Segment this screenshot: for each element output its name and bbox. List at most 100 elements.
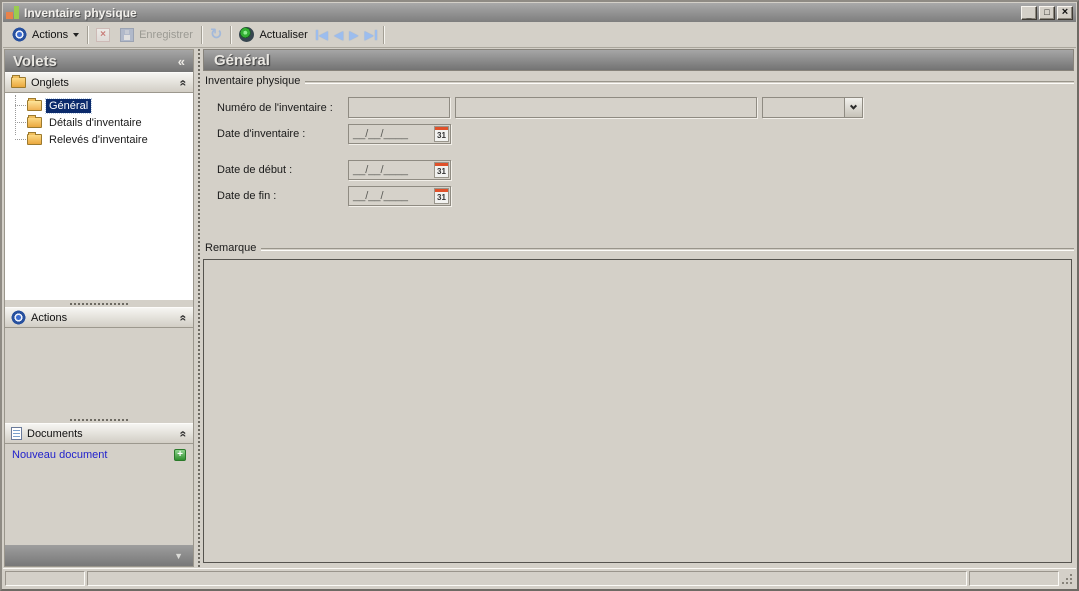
- sync-icon: ↻: [209, 26, 223, 43]
- horizontal-splitter[interactable]: [5, 416, 193, 423]
- tree-item-releves-inventaire[interactable]: Relevés d'inventaire: [15, 131, 193, 148]
- splitter-grip: [70, 302, 128, 305]
- refresh-icon: [239, 27, 255, 42]
- last-record-button[interactable]: ▶: [361, 27, 379, 43]
- window-controls: _ □ ×: [1021, 5, 1073, 20]
- section-label-documents: Documents: [27, 427, 83, 440]
- previous-record-button[interactable]: ◀: [331, 27, 346, 43]
- remarque-groupbox-legend: Remarque: [203, 241, 1074, 254]
- section-header-documents[interactable]: Documents «: [5, 423, 193, 444]
- toolbar-separator: [200, 25, 202, 44]
- titlebar: Inventaire physique _ □ ×: [3, 3, 1076, 22]
- actions-button[interactable]: Actions: [7, 24, 84, 46]
- status-bar: [3, 568, 1076, 588]
- splitter-grip: [197, 49, 200, 567]
- section-label-actions: Actions: [31, 311, 68, 324]
- first-record-button[interactable]: ◀: [313, 27, 331, 43]
- application-window: Inventaire physique _ □ × Actions × Enre…: [0, 0, 1079, 591]
- save-button[interactable]: Enregistrer: [115, 24, 198, 46]
- save-button-label: Enregistrer: [139, 28, 193, 41]
- document-icon: [11, 427, 22, 440]
- calendar-button[interactable]: 31: [434, 161, 449, 178]
- toolbar-separator: [87, 25, 89, 44]
- close-button[interactable]: ×: [1057, 5, 1073, 20]
- toolbar: Actions × Enregistrer ↻ Actualiser ◀ ◀ ▶: [3, 22, 1076, 48]
- remarque-textarea[interactable]: [203, 259, 1072, 563]
- minimize-button[interactable]: _: [1021, 5, 1037, 20]
- actions-section-body: [5, 328, 193, 416]
- tree-item-details-inventaire[interactable]: Détails d'inventaire: [15, 114, 193, 131]
- window-title: Inventaire physique: [24, 5, 137, 20]
- next-record-button[interactable]: ▶: [346, 27, 361, 43]
- onglets-tree: Général Détails d'inventaire Relevés d'i…: [5, 93, 193, 300]
- status-panel-left: [5, 571, 85, 586]
- delete-button[interactable]: ×: [91, 24, 115, 46]
- maximize-button[interactable]: □: [1039, 5, 1055, 20]
- new-document-plus-icon[interactable]: +: [174, 449, 186, 461]
- side-panel: Volets « Onglets « Général Détails d'inv…: [4, 49, 194, 567]
- sync-button[interactable]: ↻: [205, 24, 228, 46]
- numero-select[interactable]: [762, 97, 863, 118]
- side-panel-title: Volets: [13, 52, 57, 70]
- documents-section-body: Nouveau document +: [5, 444, 193, 545]
- field-row-date-debut: Date de début : __/__/____ 31: [203, 159, 1074, 180]
- open-folder-icon: [27, 98, 42, 111]
- date-fin-input[interactable]: __/__/____ 31: [348, 185, 451, 206]
- field-row-date-fin: Date de fin : __/__/____ 31: [203, 185, 1074, 206]
- expand-panel-icon: ▼: [174, 550, 183, 561]
- inventory-groupbox-label: Inventaire physique: [205, 74, 301, 87]
- previous-record-icon: ◀: [333, 27, 344, 42]
- remarque-groupbox-label: Remarque: [205, 241, 257, 254]
- date-debut-input[interactable]: __/__/____ 31: [348, 159, 451, 180]
- collapse-section-icon[interactable]: «: [177, 430, 191, 437]
- remarque-group: Remarque: [203, 238, 1074, 567]
- page-title: Général: [203, 49, 1074, 71]
- status-panel-middle: [87, 571, 967, 586]
- tree-item-general[interactable]: Général: [15, 97, 193, 114]
- new-document-link[interactable]: Nouveau document: [12, 449, 107, 461]
- toolbar-separator: [230, 25, 232, 44]
- resize-grip[interactable]: [1061, 571, 1074, 586]
- section-header-onglets[interactable]: Onglets «: [5, 72, 193, 93]
- folder-icon: [27, 115, 42, 128]
- collapsed-panel-bar[interactable]: ▼: [5, 545, 193, 566]
- save-icon: [120, 27, 135, 42]
- combo-dropdown-button[interactable]: [844, 98, 862, 117]
- actions-button-label: Actions: [32, 28, 69, 41]
- section-header-actions[interactable]: Actions «: [5, 307, 193, 328]
- numero-description-input[interactable]: [455, 97, 757, 118]
- collapse-section-icon[interactable]: «: [177, 79, 191, 86]
- tree-guides: [15, 95, 16, 135]
- date-inventaire-input[interactable]: __/__/____ 31: [348, 123, 451, 144]
- chevron-down-icon: [849, 102, 858, 110]
- side-panel-header: Volets «: [5, 50, 193, 72]
- refresh-button[interactable]: Actualiser: [234, 24, 312, 46]
- splitter-grip: [70, 418, 128, 421]
- main-pane: Général Inventaire physique Numéro de l'…: [203, 49, 1074, 567]
- groupbox-line: [305, 81, 1074, 84]
- numero-label: Numéro de l'inventaire :: [217, 101, 333, 114]
- actions-icon: [12, 27, 27, 42]
- calendar-button[interactable]: 31: [434, 187, 449, 204]
- calendar-button[interactable]: 31: [434, 125, 449, 142]
- numero-input[interactable]: [348, 97, 450, 118]
- delete-icon: ×: [96, 27, 111, 42]
- field-row-date-inventaire: Date d'inventaire : __/__/____ 31: [203, 123, 1074, 144]
- date-fin-label: Date de fin :: [217, 189, 277, 202]
- field-row-numero: Numéro de l'inventaire :: [203, 97, 1074, 118]
- toolbar-separator: [382, 25, 384, 44]
- collapse-section-icon[interactable]: «: [177, 314, 191, 321]
- new-document-row: Nouveau document +: [5, 444, 193, 461]
- inventory-groupbox-legend: Inventaire physique: [203, 74, 1074, 87]
- vertical-splitter[interactable]: [194, 49, 203, 567]
- first-record-icon: [315, 29, 318, 40]
- horizontal-splitter[interactable]: [5, 300, 193, 307]
- section-label-onglets: Onglets: [31, 76, 69, 89]
- collapse-panel-button[interactable]: «: [178, 55, 185, 68]
- folder-icon: [11, 75, 26, 88]
- actions-section-icon: [11, 310, 26, 325]
- folder-icon: [27, 132, 42, 145]
- last-record-icon: [374, 29, 377, 40]
- date-debut-label: Date de début :: [217, 163, 293, 176]
- refresh-button-label: Actualiser: [259, 28, 308, 41]
